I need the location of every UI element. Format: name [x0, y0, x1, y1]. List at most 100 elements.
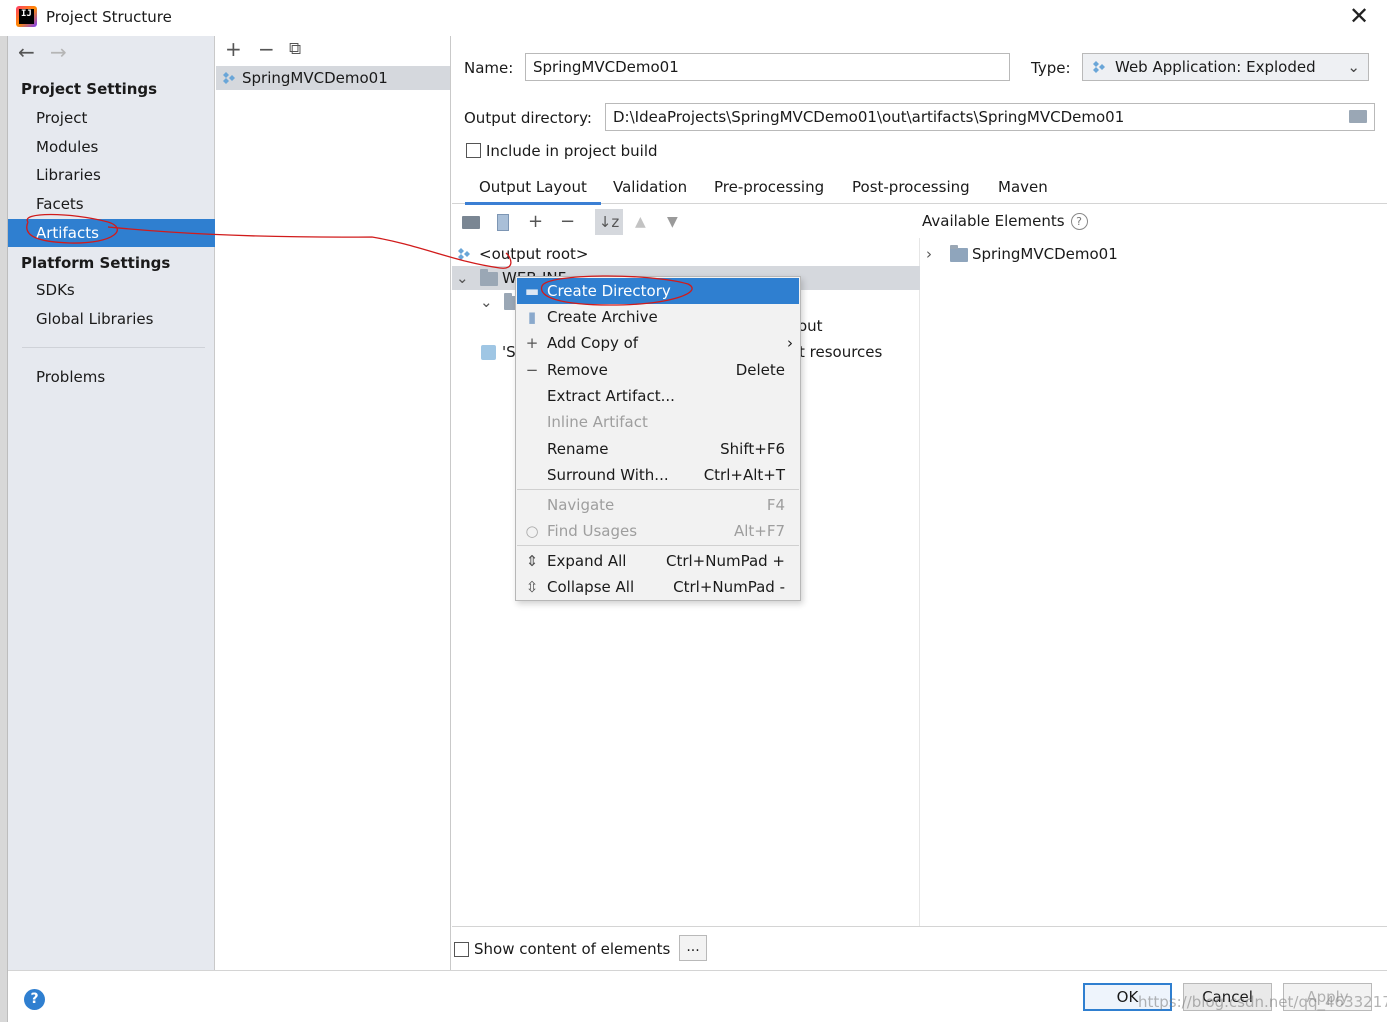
include-in-build-checkbox[interactable] — [466, 143, 481, 158]
move-down-icon[interactable]: ▼ — [667, 214, 678, 230]
artifact-list-item-label: SpringMVCDemo01 — [242, 69, 388, 87]
background-window-edge — [0, 36, 8, 1022]
name-label: Name: — [464, 59, 514, 77]
title-bar: IJ Project Structure ✕ — [0, 0, 1387, 36]
search-icon: ○ — [525, 522, 539, 540]
menu-item-shortcut: Shift+F6 — [720, 440, 785, 458]
menu-item-create-archive[interactable]: ▮ Create Archive — [517, 304, 799, 330]
available-item-row[interactable]: › SpringMVCDemo01 — [922, 242, 1387, 266]
module-folder-icon — [950, 245, 968, 262]
nav-item-global-libraries[interactable]: Global Libraries — [8, 305, 215, 333]
menu-item-collapse-all[interactable]: ⇳ Collapse All Ctrl+NumPad - — [517, 574, 799, 600]
move-up-icon[interactable]: ▲ — [635, 214, 646, 230]
menu-separator — [517, 545, 799, 546]
menu-item-rename[interactable]: Rename Shift+F6 — [517, 436, 799, 462]
minus-icon: − — [525, 361, 539, 379]
settings-nav: ← → Project Settings Project Modules Lib… — [8, 36, 215, 970]
menu-item-find-usages[interactable]: ○ Find Usages Alt+F7 — [517, 518, 799, 544]
module-resources-icon — [481, 345, 496, 360]
type-select[interactable]: Web Application: Exploded ⌄ — [1082, 53, 1369, 81]
archive-icon[interactable] — [497, 214, 509, 231]
menu-item-shortcut: Ctrl+NumPad + — [665, 552, 785, 570]
forward-arrow-icon[interactable]: → — [50, 40, 67, 64]
platform-settings-heading: Platform Settings — [21, 254, 171, 272]
show-content-label: Show content of elements — [474, 940, 671, 958]
menu-item-label: Navigate — [547, 496, 615, 514]
menu-item-label: Expand All — [547, 552, 627, 570]
layout-toolbar: + − ↓z ▲ ▼ — [452, 207, 920, 237]
context-menu: ▬ Create Directory ▮ Create Archive + Ad… — [515, 276, 801, 601]
menu-item-label: Remove — [547, 361, 608, 379]
artifact-list-item[interactable]: SpringMVCDemo01 — [216, 66, 450, 90]
output-directory-field[interactable]: D:\IdeaProjects\SpringMVCDemo01\out\arti… — [605, 103, 1375, 131]
available-item-label: SpringMVCDemo01 — [972, 245, 1118, 263]
chevron-down-icon[interactable]: ⌄ — [480, 290, 493, 314]
archive-icon: ▮ — [527, 308, 537, 326]
sort-elements-icon[interactable]: ↓z — [595, 209, 623, 235]
nav-divider — [22, 347, 205, 348]
help-icon[interactable]: ? — [1070, 213, 1088, 230]
menu-item-shortcut: Ctrl+Alt+T — [703, 466, 785, 484]
dialog-footer: ? OK Cancel Apply https://blog.csdn.net/… — [8, 970, 1387, 1022]
nav-item-modules[interactable]: Modules — [8, 133, 215, 161]
menu-item-expand-all[interactable]: ⇕ Expand All Ctrl+NumPad + — [517, 548, 799, 574]
menu-item-label: Extract Artifact... — [547, 387, 675, 405]
menu-item-inline-artifact[interactable]: Inline Artifact — [517, 409, 799, 435]
partial-resources-label: t resources — [799, 343, 883, 361]
plus-icon: + — [525, 334, 539, 352]
menu-item-shortcut: Delete — [735, 361, 785, 379]
help-icon[interactable]: ? — [24, 989, 45, 1010]
show-content-checkbox[interactable] — [454, 942, 469, 957]
tab-post-processing[interactable]: Post-processing — [852, 178, 970, 202]
close-icon[interactable]: ✕ — [1346, 2, 1372, 30]
nav-item-problems[interactable]: Problems — [8, 363, 215, 391]
menu-item-create-directory[interactable]: ▬ Create Directory — [517, 278, 799, 304]
tab-pre-processing[interactable]: Pre-processing — [714, 178, 824, 202]
chevron-down-icon[interactable]: ⌄ — [456, 266, 469, 290]
new-directory-icon[interactable] — [462, 216, 480, 229]
tree-row-output-root[interactable]: <output root> — [452, 242, 920, 266]
menu-item-surround-with[interactable]: Surround With... Ctrl+Alt+T — [517, 462, 799, 488]
menu-item-extract-artifact[interactable]: Extract Artifact... — [517, 383, 799, 409]
web-artifact-icon — [1093, 61, 1105, 73]
chevron-down-icon: ⌄ — [1347, 58, 1360, 76]
menu-item-label: Inline Artifact — [547, 413, 648, 431]
menu-item-label: Collapse All — [547, 578, 635, 596]
menu-item-label: Create Archive — [547, 308, 658, 326]
menu-item-label: Rename — [547, 440, 609, 458]
layout-bottom-bar: Show content of elements ... — [452, 926, 1387, 970]
add-copy-icon[interactable]: + — [528, 211, 543, 232]
back-arrow-icon[interactable]: ← — [18, 40, 35, 64]
nav-item-project[interactable]: Project — [8, 104, 215, 132]
nav-item-libraries[interactable]: Libraries — [8, 161, 215, 189]
web-artifact-icon — [458, 248, 470, 260]
configure-content-button[interactable]: ... — [679, 935, 707, 961]
chevron-right-icon[interactable]: › — [926, 242, 932, 266]
nav-item-artifacts[interactable]: Artifacts — [8, 219, 215, 247]
nav-item-facets[interactable]: Facets — [8, 190, 215, 218]
project-settings-heading: Project Settings — [21, 80, 158, 98]
menu-item-shortcut: F4 — [766, 496, 785, 514]
remove-element-icon[interactable]: − — [560, 211, 575, 232]
type-select-value: Web Application: Exploded — [1115, 58, 1316, 76]
menu-item-label: Add Copy of — [547, 334, 639, 352]
nav-item-sdks[interactable]: SDKs — [8, 276, 215, 304]
copy-artifact-button[interactable]: ⧉ — [289, 39, 301, 59]
tab-maven[interactable]: Maven — [998, 178, 1048, 202]
folder-icon — [480, 269, 498, 286]
menu-item-label: Create Directory — [547, 282, 671, 300]
menu-item-add-copy-of[interactable]: + Add Copy of › — [517, 330, 799, 356]
remove-artifact-button[interactable]: − — [258, 37, 275, 61]
partial-out-label: out — [798, 317, 823, 335]
add-artifact-button[interactable]: + — [225, 37, 242, 61]
output-directory-value: D:\IdeaProjects\SpringMVCDemo01\out\arti… — [613, 108, 1125, 126]
folder-icon: ▬ — [524, 282, 540, 300]
output-root-label: <output root> — [479, 245, 589, 263]
browse-folder-icon[interactable] — [1349, 110, 1367, 123]
intellij-logo-icon: IJ — [16, 6, 37, 27]
tab-output-layout[interactable]: Output Layout — [465, 178, 601, 205]
name-field[interactable]: SpringMVCDemo01 — [525, 53, 1010, 81]
menu-item-remove[interactable]: − Remove Delete — [517, 357, 799, 383]
menu-item-navigate[interactable]: Navigate F4 — [517, 492, 799, 518]
tab-validation[interactable]: Validation — [613, 178, 687, 202]
